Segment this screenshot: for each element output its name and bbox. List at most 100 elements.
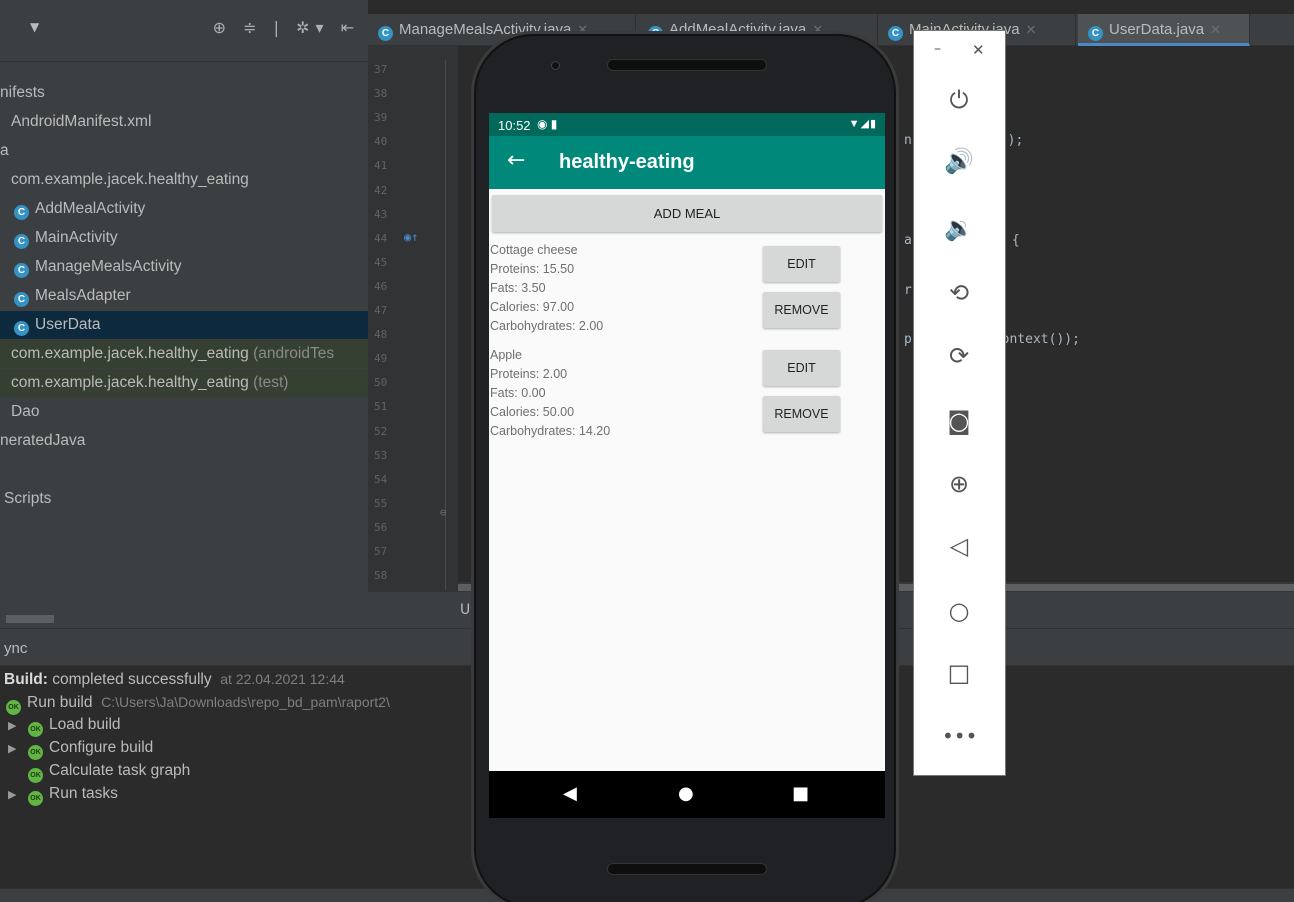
close-icon[interactable]: ✕	[1026, 22, 1037, 37]
tree-item[interactable]: com.example.jacek.healthy_eating	[0, 166, 368, 194]
ok-badge-icon: OK	[28, 745, 43, 760]
expand-arrow-icon[interactable]: ▶	[8, 784, 28, 806]
line-number: 43	[374, 207, 388, 221]
tree-item-dao[interactable]: Dao	[0, 398, 368, 426]
nav-home-icon[interactable]: ●	[678, 783, 694, 804]
line-number: 48	[374, 328, 388, 342]
nav-recents-icon[interactable]: ■	[792, 783, 809, 804]
meal-calories: Calories: 97.00	[490, 300, 575, 314]
meal-name: Apple	[490, 348, 522, 362]
remove-meal-button[interactable]: REMOVE	[763, 396, 840, 432]
build-step-row[interactable]: OK Calculate task graph	[8, 760, 190, 783]
device-screen[interactable]: 10:52 ◉ ▮ ▼◢▮ ← healthy-eating ADD MEAL …	[489, 113, 885, 818]
tree-item-managemealsactivity[interactable]: C ManageMealsActivity	[0, 253, 368, 281]
chevron-down-icon[interactable]: ▼	[30, 20, 39, 34]
volume-down-icon[interactable]: 🔉	[942, 211, 976, 245]
expand-arrow-icon[interactable]: ▶	[8, 715, 28, 737]
tree-item-androidtest[interactable]: com.example.jacek.healthy_eating (androi…	[0, 340, 368, 368]
line-number: 40	[374, 135, 388, 149]
tree-item-mealsadapter[interactable]: C MealsAdapter	[0, 282, 368, 310]
tree-item-suffix: (test)	[253, 374, 289, 391]
tree-item-label: ManageMealsActivity	[35, 258, 182, 275]
tree-item-test[interactable]: com.example.jacek.healthy_eating (test)	[0, 369, 368, 397]
close-icon[interactable]: ✕	[972, 41, 985, 59]
line-number: 56	[374, 520, 388, 534]
back-icon[interactable]: ◁	[942, 529, 976, 563]
tree-item[interactable]: AndroidManifest.xml	[0, 108, 368, 136]
more-icon[interactable]: •••	[942, 719, 977, 753]
status-time: 10:52	[498, 118, 531, 133]
project-panel-tools[interactable]: ⊕ ≑ | ✲▾ ⇤	[213, 18, 360, 37]
android-navigation-bar: ◀ ● ■	[489, 771, 885, 818]
close-icon[interactable]: ✕	[1210, 22, 1221, 37]
line-number: 46	[374, 279, 388, 293]
line-number: 53	[374, 448, 388, 462]
remove-meal-button[interactable]: REMOVE	[763, 292, 840, 328]
ok-badge-icon: OK	[28, 791, 43, 806]
tree-item-addmealactivity[interactable]: C AddMealActivity	[0, 195, 368, 223]
build-step-row[interactable]: ▶ OK Load build	[8, 714, 121, 737]
line-number: 38	[374, 87, 388, 101]
tree-item-label: AndroidManifest.xml	[11, 113, 152, 130]
ok-badge-icon: OK	[28, 722, 43, 737]
meal-fats: Fats: 3.50	[490, 281, 546, 295]
line-number: 57	[374, 545, 388, 558]
project-panel-header: ▼ ⊕ ≑ | ✲▾ ⇤	[0, 0, 368, 62]
tree-item-scripts[interactable]: Scripts	[0, 485, 368, 513]
project-scrollbar[interactable]	[6, 615, 54, 623]
home-icon[interactable]: ○	[942, 594, 976, 628]
app-title: healthy-eating	[559, 151, 695, 173]
tab-userdata[interactable]: C UserData.java ✕	[1078, 14, 1250, 46]
build-tab-title[interactable]: ync	[4, 640, 27, 657]
add-meal-button[interactable]: ADD MEAL	[492, 195, 882, 232]
minimize-icon[interactable]: –	[934, 41, 941, 57]
rotate-left-icon[interactable]: ⟲	[942, 276, 976, 310]
ok-badge-icon: OK	[28, 768, 43, 783]
arrow-back-icon[interactable]: ←	[507, 148, 525, 173]
screenshot-icon[interactable]: ◙	[942, 404, 976, 438]
build-step-row[interactable]: ▶ OK Configure build	[8, 737, 153, 760]
tree-item-generatedjava[interactable]: neratedJava	[0, 427, 368, 455]
breadcrumb[interactable]: U	[460, 602, 470, 618]
edit-meal-button[interactable]: EDIT	[763, 350, 840, 386]
line-number: 50	[374, 376, 388, 390]
class-icon: C	[888, 26, 903, 41]
line-number: 52	[374, 424, 388, 438]
code-line: r	[904, 283, 912, 298]
run-build-path: C:\Users\Ja\Downloads\repo_bd_pam\raport…	[101, 694, 390, 710]
zoom-icon[interactable]: ⊕	[942, 467, 976, 501]
build-result[interactable]: Build: completed successfully at 22.04.2…	[4, 668, 345, 690]
rotate-right-icon[interactable]: ⟳	[942, 339, 976, 373]
expand-arrow-icon[interactable]: ▶	[8, 738, 28, 760]
tree-item-mainactivity[interactable]: C MainActivity	[0, 224, 368, 252]
nav-back-icon[interactable]: ◀	[563, 783, 577, 804]
tree-item-label: Scripts	[4, 490, 52, 507]
tree-item[interactable]: a	[0, 137, 368, 165]
meal-carbohydrates: Carbohydrates: 2.00	[490, 319, 604, 333]
meal-calories: Calories: 50.00	[490, 405, 575, 419]
override-marker-icon[interactable]: ◉↑	[404, 230, 444, 244]
project-tree: nifests AndroidManifest.xml a com.exampl…	[0, 62, 368, 628]
tree-item-userdata[interactable]: C UserData	[0, 311, 368, 339]
build-step-label: Run tasks	[49, 785, 118, 802]
class-icon: C	[1088, 26, 1103, 41]
run-build-row[interactable]: OK Run build C:\Users\Ja\Downloads\repo_b…	[6, 691, 390, 715]
line-number: 42	[374, 183, 388, 197]
tree-item-label: com.example.jacek.healthy_eating	[11, 345, 249, 362]
power-icon[interactable]: ⏻	[942, 83, 976, 117]
build-result-time: at 22.04.2021 12:44	[220, 671, 345, 687]
line-number: 51	[374, 400, 388, 414]
overview-icon[interactable]: □	[942, 656, 976, 690]
tree-item-suffix: (androidTes	[253, 345, 335, 362]
line-number: 37	[374, 63, 388, 76]
tree-item[interactable]: nifests	[0, 79, 368, 107]
edit-meal-button[interactable]: EDIT	[763, 246, 840, 282]
volume-up-icon[interactable]: 🔊	[942, 144, 976, 178]
line-number: 55	[374, 496, 388, 510]
meal-fats: Fats: 0.00	[490, 386, 546, 400]
earpiece-speaker	[607, 59, 767, 71]
ok-badge-icon: OK	[6, 700, 21, 715]
build-result-text: completed successfully	[52, 671, 212, 688]
android-status-bar: 10:52 ◉ ▮ ▼◢▮	[489, 113, 885, 136]
build-step-row[interactable]: ▶ OK Run tasks	[8, 783, 118, 806]
